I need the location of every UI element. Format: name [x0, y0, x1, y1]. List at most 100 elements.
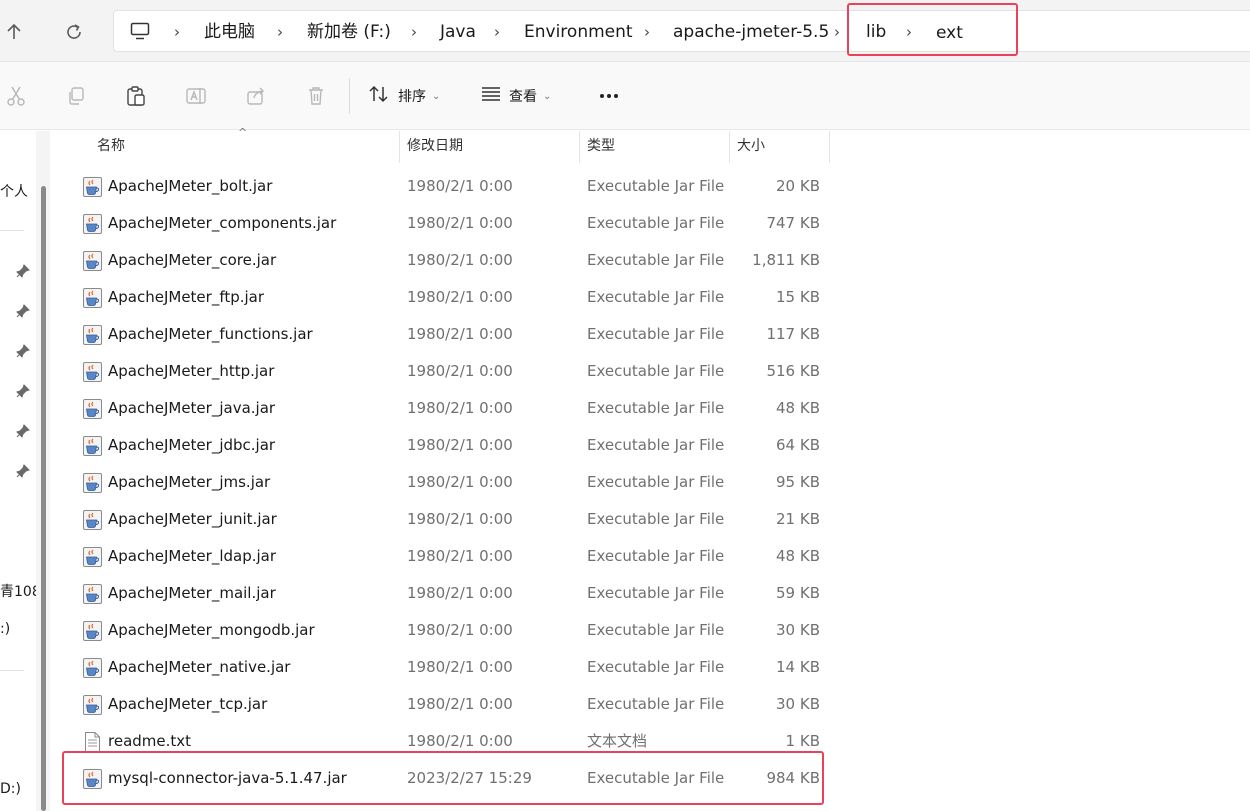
- file-row[interactable]: ApacheJMeter_components.jar 1980/2/1 0:00…: [80, 205, 830, 242]
- column-divider[interactable]: [829, 131, 830, 163]
- jar-file-icon: [83, 399, 102, 419]
- copy-icon[interactable]: [62, 82, 90, 110]
- file-size: 14 KB: [776, 658, 820, 676]
- jar-file-icon: [83, 621, 102, 641]
- up-arrow-icon[interactable]: [0, 18, 28, 46]
- pin-icon[interactable]: [16, 303, 30, 318]
- breadcrumb-this-pc[interactable]: 此电脑: [204, 11, 255, 53]
- file-row[interactable]: ApacheJMeter_functions.jar 1980/2/1 0:00 E…: [80, 316, 830, 353]
- share-icon[interactable]: [242, 82, 270, 110]
- column-header-name[interactable]: 名称: [89, 131, 399, 163]
- file-date: 1980/2/1 0:00: [407, 177, 513, 195]
- breadcrumb-drive-f[interactable]: 新加卷 (F:): [307, 11, 391, 53]
- jar-file-icon: [83, 584, 102, 604]
- breadcrumb-chevron-icon[interactable]: ›: [411, 11, 417, 53]
- new-file-highlight-box: [62, 751, 824, 805]
- file-name: ApacheJMeter_mail.jar: [108, 584, 276, 602]
- file-row[interactable]: ApacheJMeter_jms.jar 1980/2/1 0:00 Executa…: [80, 464, 830, 501]
- file-row[interactable]: ApacheJMeter_mongodb.jar 1980/2/1 0:00 Exe…: [80, 612, 830, 649]
- file-name: ApacheJMeter_jms.jar: [108, 473, 271, 491]
- breadcrumb-chevron-icon[interactable]: ›: [277, 11, 283, 53]
- breadcrumb-chevron-icon[interactable]: ›: [174, 11, 180, 53]
- nav-item-partial-2[interactable]: :): [0, 621, 10, 637]
- refresh-icon[interactable]: [60, 18, 88, 46]
- file-row[interactable]: ApacheJMeter_java.jar 1980/2/1 0:00 Execut…: [80, 390, 830, 427]
- more-icon[interactable]: [596, 82, 622, 110]
- file-size: 117 KB: [766, 325, 820, 343]
- file-row[interactable]: ApacheJMeter_jdbc.jar 1980/2/1 0:00 Execut…: [80, 427, 830, 464]
- file-row[interactable]: ApacheJMeter_ftp.jar 1980/2/1 0:00 Executa…: [80, 279, 830, 316]
- nav-item-personal[interactable]: 个人: [0, 181, 28, 201]
- file-type: Executable Jar File: [587, 399, 725, 417]
- delete-icon[interactable]: [302, 82, 330, 110]
- breadcrumb-java[interactable]: Java: [440, 11, 476, 53]
- file-name: ApacheJMeter_tcp.jar: [108, 695, 268, 713]
- view-button[interactable]: 查看 ⌄: [481, 82, 551, 110]
- rename-icon[interactable]: [182, 82, 210, 110]
- file-size: 21 KB: [776, 510, 820, 528]
- breadcrumb-apache-jmeter[interactable]: apache-jmeter-5.5: [673, 11, 829, 53]
- file-row[interactable]: ApacheJMeter_native.jar 1980/2/1 0:00 Exec…: [80, 649, 830, 686]
- file-type: Executable Jar File: [587, 177, 725, 195]
- nav-item-partial-1[interactable]: 青108: [0, 581, 41, 601]
- pin-icon[interactable]: [16, 423, 30, 438]
- pin-icon[interactable]: [16, 463, 30, 478]
- file-date: 1980/2/1 0:00: [407, 510, 513, 528]
- file-date: 1980/2/1 0:00: [407, 695, 513, 713]
- computer-icon: [130, 22, 150, 44]
- jar-file-icon: [83, 510, 102, 530]
- cut-icon[interactable]: [2, 82, 30, 110]
- file-date: 1980/2/1 0:00: [407, 621, 513, 639]
- file-name: ApacheJMeter_components.jar: [108, 214, 337, 232]
- file-row[interactable]: ApacheJMeter_tcp.jar 1980/2/1 0:00 Executa…: [80, 686, 830, 723]
- file-type: Executable Jar File: [587, 436, 725, 454]
- jar-file-icon: [83, 658, 102, 678]
- paste-icon[interactable]: [122, 82, 150, 110]
- column-header-type[interactable]: 类型: [579, 131, 729, 163]
- column-header-size[interactable]: 大小: [729, 131, 829, 163]
- file-size: 747 KB: [766, 214, 820, 232]
- file-type: Executable Jar File: [587, 658, 725, 676]
- text-file-icon: [83, 732, 102, 752]
- pin-icon[interactable]: [16, 383, 30, 398]
- jar-file-icon: [83, 547, 102, 567]
- file-row[interactable]: ApacheJMeter_mail.jar 1980/2/1 0:00 Execut…: [80, 575, 830, 612]
- pin-icon[interactable]: [16, 263, 30, 278]
- file-date: 1980/2/1 0:00: [407, 362, 513, 380]
- breadcrumb-environment[interactable]: Environment: [524, 11, 633, 53]
- file-type: Executable Jar File: [587, 362, 725, 380]
- file-row[interactable]: ApacheJMeter_bolt.jar 1980/2/1 0:00 Execut…: [80, 168, 830, 205]
- file-row[interactable]: ApacheJMeter_http.jar 1980/2/1 0:00 Execut…: [80, 353, 830, 390]
- breadcrumb-chevron-icon[interactable]: ›: [494, 11, 500, 53]
- column-header-date[interactable]: 修改日期: [399, 131, 579, 163]
- sort-button[interactable]: 排序 ⌄: [368, 82, 440, 110]
- file-name: ApacheJMeter_functions.jar: [108, 325, 313, 343]
- file-size: 64 KB: [776, 436, 820, 454]
- file-row[interactable]: ApacheJMeter_junit.jar 1980/2/1 0:00 Execu…: [80, 501, 830, 538]
- file-type: Executable Jar File: [587, 547, 725, 565]
- file-type: Executable Jar File: [587, 584, 725, 602]
- toolbar-divider: [349, 78, 350, 114]
- file-row[interactable]: ApacheJMeter_ldap.jar 1980/2/1 0:00 Execut…: [80, 538, 830, 575]
- view-icon: [481, 86, 501, 106]
- nav-item-partial-3[interactable]: D:): [0, 781, 21, 797]
- file-type: Executable Jar File: [587, 214, 725, 232]
- file-type: Executable Jar File: [587, 695, 725, 713]
- address-bar[interactable]: › 此电脑 › 新加卷 (F:) › Java › Environment › …: [113, 10, 1250, 52]
- jar-file-icon: [83, 325, 102, 345]
- nav-scrollbar-thumb[interactable]: [41, 186, 46, 811]
- breadcrumb-chevron-icon[interactable]: ›: [834, 11, 840, 53]
- file-size: 95 KB: [776, 473, 820, 491]
- file-name: ApacheJMeter_mongodb.jar: [108, 621, 315, 639]
- file-name: ApacheJMeter_jdbc.jar: [108, 436, 276, 454]
- file-row[interactable]: ApacheJMeter_core.jar 1980/2/1 0:00 Execut…: [80, 242, 830, 279]
- pin-icon[interactable]: [16, 343, 30, 358]
- file-date: 1980/2/1 0:00: [407, 473, 513, 491]
- breadcrumb-chevron-icon[interactable]: ›: [644, 11, 650, 53]
- file-date: 1980/2/1 0:00: [407, 325, 513, 343]
- file-name: ApacheJMeter_java.jar: [108, 399, 276, 417]
- file-name: ApacheJMeter_core.jar: [108, 251, 277, 269]
- file-date: 1980/2/1 0:00: [407, 547, 513, 565]
- file-type: Executable Jar File: [587, 473, 725, 491]
- file-name: ApacheJMeter_http.jar: [108, 362, 275, 380]
